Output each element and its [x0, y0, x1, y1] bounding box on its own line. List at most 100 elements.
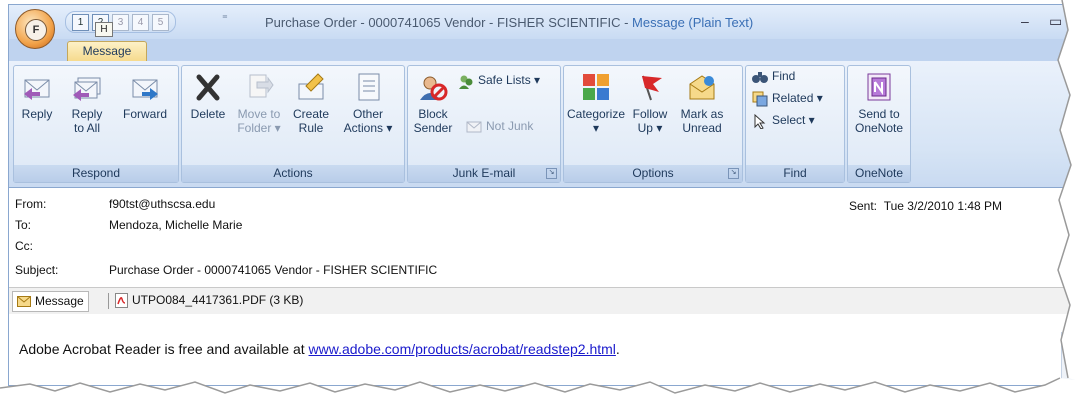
move-to-folder-button[interactable]: Move to Folder ▾: [234, 70, 284, 135]
body-text: Adobe Acrobat Reader is free and availab…: [19, 341, 620, 357]
qat-next-key[interactable]: 5: [152, 13, 169, 31]
respond-group-label: Respond: [14, 165, 178, 182]
categorize-button[interactable]: Categorize ▾: [566, 70, 626, 135]
to-value[interactable]: Mendoza, Michelle Marie: [109, 218, 242, 232]
follow-up-flag-icon: [642, 75, 662, 101]
reply-all-icon: [73, 77, 101, 101]
delete-icon: [196, 74, 220, 101]
reply-icon: [24, 79, 50, 100]
categorize-icon: [583, 74, 609, 100]
find-group-label: Find: [746, 165, 844, 182]
options-group-label: Options: [564, 165, 742, 182]
select-cursor-icon: [754, 113, 766, 129]
window-title: Purchase Order - 0000741065 Vendor - FIS…: [265, 15, 753, 30]
safe-lists-button[interactable]: Safe Lists ▾: [458, 72, 540, 89]
reply-all-button[interactable]: Reply to All: [64, 70, 110, 135]
body-scrollbar[interactable]: ▲: [1061, 332, 1075, 385]
from-value[interactable]: f90tst@uthscsa.edu: [109, 197, 215, 211]
categorize-label-1: Categorize: [566, 107, 626, 121]
outlook-message-window: F 1 2 3 4 5 ⁼ Purchase Order - 000074106…: [8, 4, 1075, 386]
tab-message-keytip: H: [95, 22, 113, 37]
cc-label: Cc:: [15, 239, 33, 253]
binoculars-icon: [752, 71, 768, 83]
not-junk-label: Not Junk: [486, 119, 534, 133]
title-bar: F 1 2 3 4 5 ⁼ Purchase Order - 000074106…: [9, 5, 1075, 49]
send-to-onenote-label-2: OneNote: [854, 121, 904, 135]
not-junk-icon: [466, 121, 482, 133]
block-sender-label-1: Block: [418, 107, 448, 121]
options-group: Categorize ▾ Follow Up ▾ Mark as Unread …: [563, 65, 743, 183]
attachment-separator: [108, 293, 109, 309]
qat-previous-key[interactable]: 4: [132, 13, 149, 31]
other-actions-label-1: Other: [352, 107, 383, 121]
move-to-folder-label-2: Folder ▾: [237, 121, 281, 135]
attachment-bar: Message UTPO084_4417361.PDF (3 KB): [9, 287, 1075, 315]
actions-group-label: Actions: [182, 165, 404, 182]
sent-value: Tue 3/2/2010 1:48 PM: [883, 199, 1003, 213]
mark-as-unread-button[interactable]: Mark as Unread: [676, 70, 728, 135]
maximize-button[interactable]: ▭: [1049, 13, 1062, 30]
follow-up-label-1: Follow: [632, 107, 668, 121]
related-button[interactable]: Related ▾: [752, 90, 823, 107]
pdf-attachment-label: UTPO084_4417361.PDF (3 KB): [132, 293, 304, 307]
not-junk-button[interactable]: Not Junk: [466, 118, 533, 134]
ribbon-tab-row: Message: [9, 39, 1075, 62]
create-rule-icon: [298, 73, 324, 100]
forward-icon: [132, 79, 158, 100]
follow-up-button[interactable]: Follow Up ▾: [628, 70, 672, 135]
reply-all-label-2: to All: [73, 121, 100, 135]
forward-label: Forward: [122, 107, 167, 121]
related-icon: [752, 91, 768, 107]
move-to-folder-label-1: Move to: [237, 107, 281, 121]
junk-email-launcher-icon[interactable]: ↘: [546, 168, 557, 179]
create-rule-label-1: Create: [292, 107, 330, 121]
office-keytip: F: [25, 19, 47, 41]
reply-button[interactable]: Reply: [18, 70, 56, 121]
message-tab[interactable]: Message: [12, 291, 89, 312]
message-tab-label: Message: [35, 294, 84, 308]
other-actions-label-2: Actions ▾: [343, 121, 393, 135]
related-label: Related ▾: [772, 91, 823, 105]
safe-lists-icon: [459, 75, 473, 89]
office-button[interactable]: F: [15, 9, 55, 49]
send-to-onenote-button[interactable]: Send to OneNote: [852, 70, 906, 135]
pdf-attachment[interactable]: UTPO084_4417361.PDF (3 KB): [115, 291, 303, 310]
mark-as-unread-icon: [689, 75, 715, 100]
select-button[interactable]: Select ▾: [752, 112, 815, 129]
scroll-up-icon[interactable]: ▲: [1064, 336, 1072, 345]
respond-group: Reply Reply to All Forward Respond: [13, 65, 179, 183]
qat-customize-icon[interactable]: ⁼: [222, 12, 228, 25]
body-intro: Adobe Acrobat Reader is free and availab…: [19, 341, 309, 357]
block-sender-button[interactable]: Block Sender: [410, 70, 456, 135]
delete-label: Delete: [190, 107, 226, 121]
mark-as-unread-label-2: Unread: [682, 121, 722, 135]
categorize-label-2: ▾: [592, 121, 600, 135]
qat-redo-key[interactable]: 3: [112, 13, 129, 31]
block-sender-icon: [420, 76, 448, 101]
options-launcher-icon[interactable]: ↘: [728, 168, 739, 179]
sent-label: Sent:: [849, 199, 878, 213]
message-header: From: f90tst@uthscsa.edu To: Mendoza, Mi…: [9, 189, 1075, 285]
minimize-button[interactable]: –: [1021, 13, 1029, 29]
from-label: From:: [15, 197, 47, 211]
tab-message[interactable]: Message: [67, 41, 147, 62]
pdf-file-icon: [115, 293, 128, 309]
other-actions-icon: [358, 73, 380, 101]
block-sender-label-2: Sender: [413, 121, 453, 135]
create-rule-button[interactable]: Create Rule: [288, 70, 334, 135]
acrobat-link[interactable]: www.adobe.com/products/acrobat/readstep2…: [309, 341, 616, 357]
find-button[interactable]: Find: [752, 68, 795, 84]
send-to-onenote-label-1: Send to: [858, 107, 900, 121]
junk-email-group-label: Junk E-mail: [408, 165, 560, 182]
junk-email-group: Block Sender Safe Lists ▾ Not Junk Junk …: [407, 65, 561, 183]
follow-up-label-2: Up ▾: [637, 121, 663, 135]
qat-save-key[interactable]: 1: [72, 13, 89, 31]
create-rule-label-2: Rule: [298, 121, 324, 135]
forward-button[interactable]: Forward: [118, 70, 172, 121]
safe-lists-label: Safe Lists ▾: [478, 73, 541, 87]
subject-label: Subject:: [15, 263, 59, 277]
select-label: Select ▾: [772, 113, 815, 127]
body-period: .: [615, 341, 620, 357]
other-actions-button[interactable]: Other Actions ▾: [338, 70, 398, 135]
delete-button[interactable]: Delete: [186, 70, 230, 121]
